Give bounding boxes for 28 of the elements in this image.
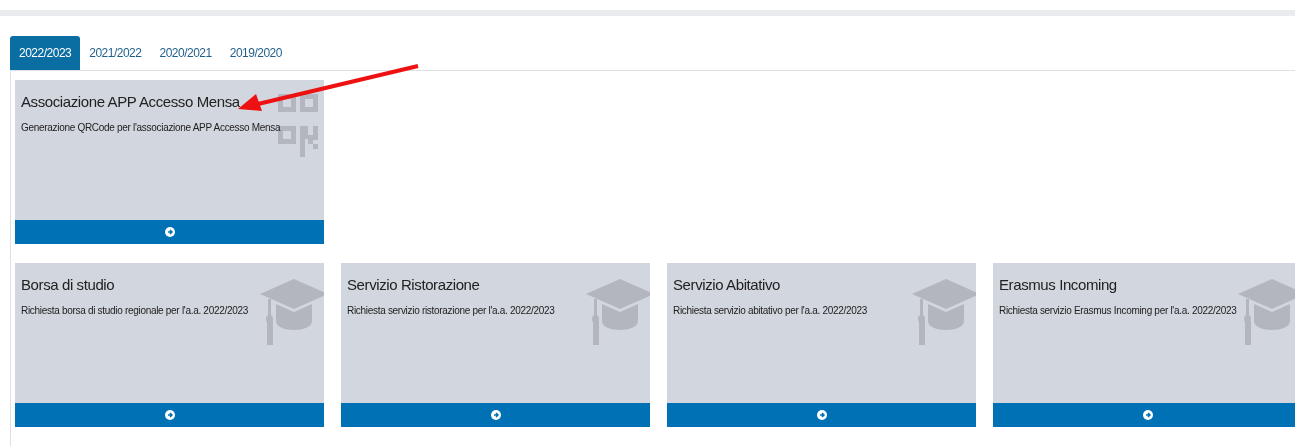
graduation-cap-icon bbox=[912, 279, 976, 345]
open-card-button[interactable] bbox=[341, 403, 650, 427]
arrow-circle-icon bbox=[1142, 410, 1153, 420]
arrow-circle-icon bbox=[816, 410, 827, 420]
card-title: Borsa di studio bbox=[21, 276, 116, 294]
graduation-cap-icon bbox=[260, 279, 324, 345]
card-title: Associazione APP Accesso Mensa bbox=[21, 93, 241, 111]
graduation-cap-icon bbox=[586, 279, 650, 345]
year-tab[interactable]: 2019/2020 bbox=[220, 36, 291, 70]
open-card-button[interactable] bbox=[15, 403, 324, 427]
graduation-cap-icon bbox=[1238, 279, 1295, 345]
card-title: Servizio Ristorazione bbox=[347, 276, 481, 294]
arrow-circle-icon bbox=[164, 410, 175, 420]
open-card-button[interactable] bbox=[15, 220, 324, 244]
year-tab[interactable]: 2020/2021 bbox=[150, 36, 221, 70]
card-description: Richiesta servizio Erasmus Incoming per l'a.a. 2022/2023 bbox=[999, 304, 1238, 317]
card-description: Richiesta borsa di studio regionale per l'a.a. 2022/2023 bbox=[21, 304, 249, 317]
card-title: Erasmus Incoming bbox=[999, 276, 1118, 294]
open-card-button[interactable] bbox=[993, 403, 1295, 427]
card-description: Generazione QRCode per l'associazione APP Accesso Mensa bbox=[21, 121, 282, 134]
year-tab[interactable]: 2022/2023 bbox=[10, 36, 81, 70]
year-tab[interactable]: 2021/2022 bbox=[80, 36, 151, 70]
card-title: Servizio Abitativo bbox=[673, 276, 782, 294]
arrow-circle-icon bbox=[490, 410, 501, 420]
open-card-button[interactable] bbox=[667, 403, 976, 427]
card-description: Richiesta servizio ristorazione per l'a.a. 2022/2023 bbox=[347, 304, 556, 317]
card-description: Richiesta servizio abitativo per l'a.a. 2022/2023 bbox=[673, 304, 868, 317]
arrow-circle-icon bbox=[164, 227, 175, 237]
